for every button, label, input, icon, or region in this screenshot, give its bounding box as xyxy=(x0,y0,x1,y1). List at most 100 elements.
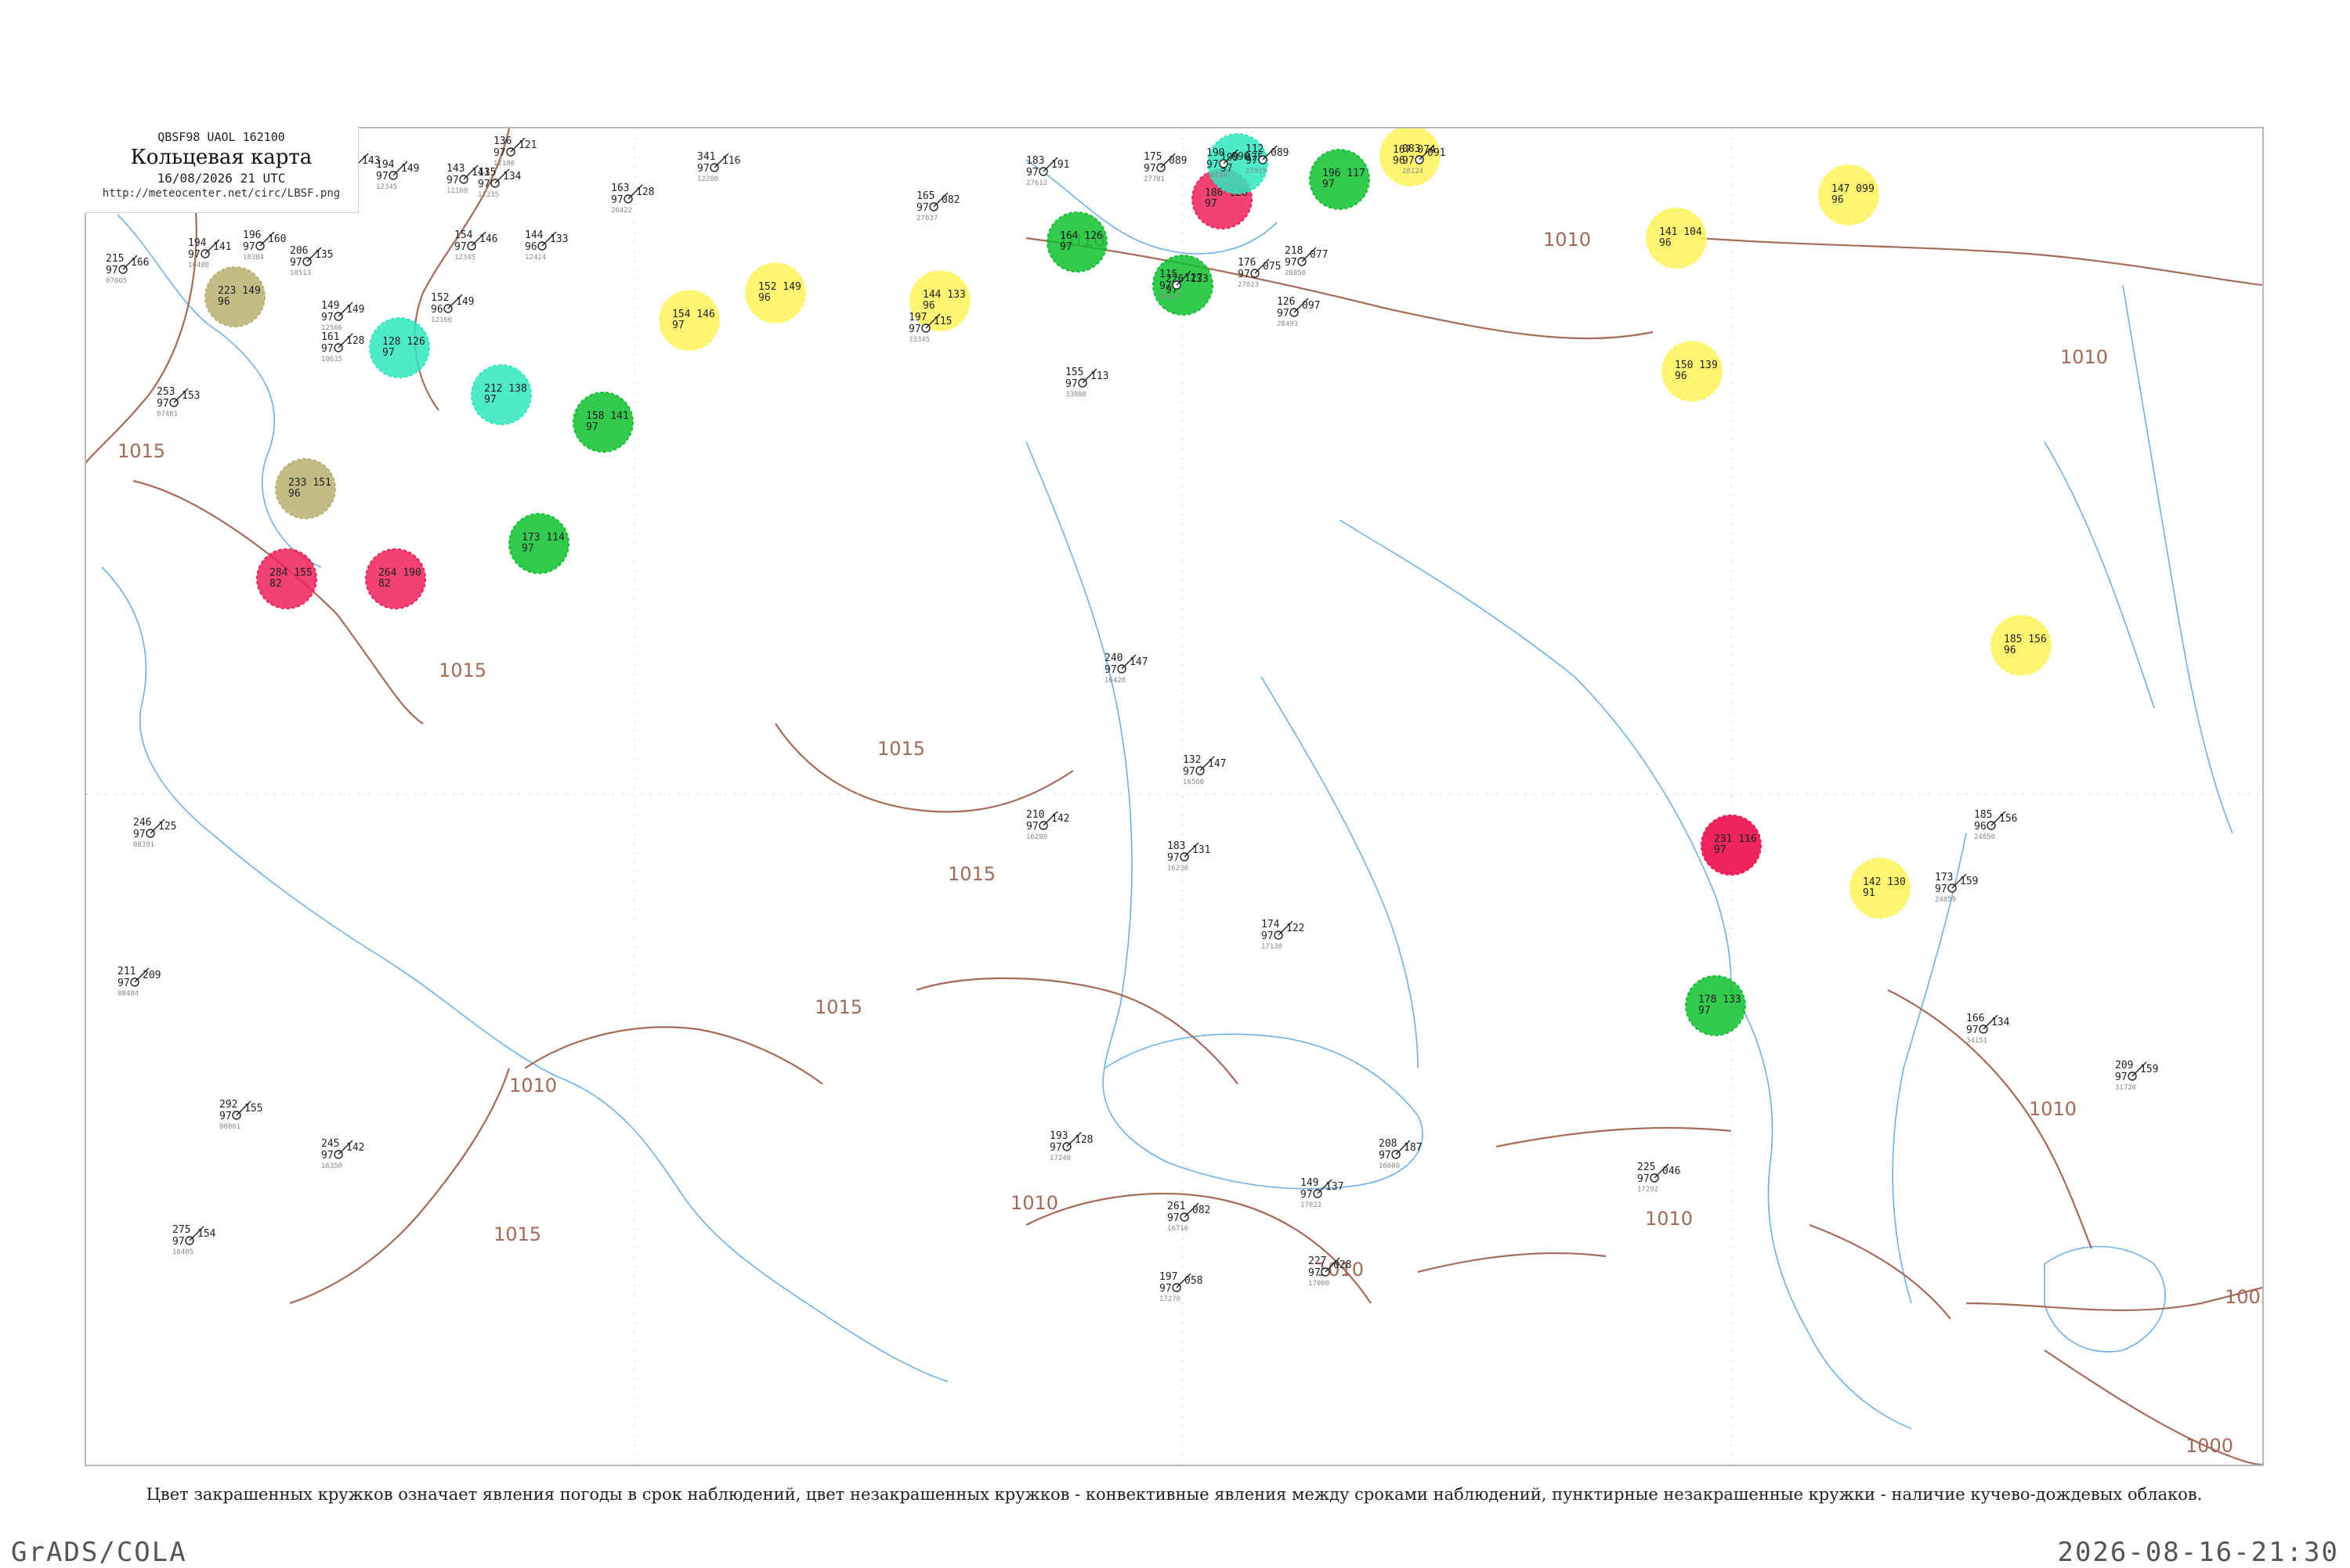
station-pressure: 089 xyxy=(1271,147,1289,159)
isobar-line xyxy=(1699,237,2262,287)
station-plot[interactable]: 165 082 9727037 xyxy=(916,190,960,222)
station-dewpoint: 96 xyxy=(1974,821,1987,833)
software-credit: GrADS/COLA xyxy=(11,1537,187,1568)
station-plot[interactable]: 197 058 9717270 xyxy=(1159,1271,1202,1303)
station-dewpoint: 97 xyxy=(1277,308,1289,320)
station-id: 17270 xyxy=(1159,1295,1180,1303)
marker-value: 97 xyxy=(1698,1005,1711,1017)
station-dewpoint: 97 xyxy=(1159,1283,1172,1295)
station-dewpoint: 97 xyxy=(1402,155,1415,167)
marker-value: 144 133 xyxy=(923,289,966,301)
marker-value: 96 xyxy=(758,292,771,304)
station-temperature: 132 xyxy=(1183,754,1201,766)
isobar-label: 1015 xyxy=(494,1223,541,1245)
render-timestamp: 2026-08-16-21:30 xyxy=(2057,1537,2339,1568)
station-pressure: 159 xyxy=(1960,876,1978,887)
station-id: 33345 xyxy=(909,336,930,344)
station-plot[interactable]: 154 146 9712345 xyxy=(454,229,497,262)
station-plot[interactable]: 245 142 9716350 xyxy=(321,1138,364,1170)
station-id: 10513 xyxy=(290,269,311,277)
station-plot[interactable]: 194 1499712345 xyxy=(376,159,419,191)
station-plot[interactable]: 144 133 9612424 xyxy=(525,229,568,262)
station-plot[interactable]: 292 155 9708001 xyxy=(219,1099,262,1131)
station-temperature: 246 xyxy=(133,817,151,829)
station-plot[interactable]: 261 082 9716716 xyxy=(1167,1201,1210,1233)
station-plot[interactable]: 225 046 9717292 xyxy=(1637,1162,1680,1194)
station-temperature: 215 xyxy=(106,253,124,265)
station-id: 12160 xyxy=(446,187,468,195)
weather-marker-shower: 152 14996 xyxy=(745,262,806,323)
station-plot[interactable]: 194 141 9710488 xyxy=(188,237,231,269)
marker-circle xyxy=(204,266,266,327)
station-temperature: 210 xyxy=(1026,809,1044,821)
station-plot[interactable]: 275 154 9716405 xyxy=(172,1224,216,1256)
station-plot[interactable]: 193 128 9717240 xyxy=(1050,1130,1093,1162)
station-plot[interactable]: 183 191 9727612 xyxy=(1026,155,1069,187)
station-plot[interactable]: 176 075 9727823 xyxy=(1238,257,1281,289)
station-id: 12424 xyxy=(525,254,546,262)
source-url[interactable]: http://meteocenter.net/circ/LBSF.png xyxy=(85,187,358,200)
station-id: 10384 xyxy=(243,254,264,262)
station-plot[interactable]: 136 121 9712100 xyxy=(494,135,537,168)
station-plot[interactable]: 206 135 9710513 xyxy=(290,245,333,277)
station-id: 12100 xyxy=(494,160,515,168)
station-dewpoint: 97 xyxy=(697,163,710,175)
station-plot[interactable]: 218 077 9726850 xyxy=(1285,245,1328,277)
marker-value: 97 xyxy=(1714,844,1726,856)
station-plot[interactable]: 166 134 9734151 xyxy=(1966,1013,2010,1045)
station-plot[interactable]: 209 159 9731720 xyxy=(2115,1060,2158,1092)
station-plot[interactable]: 341 116 9712200 xyxy=(697,151,740,183)
station-plot[interactable]: 175 089 9727701 xyxy=(1144,151,1187,183)
station-plot[interactable]: 149 137 9717022 xyxy=(1300,1177,1343,1209)
marker-value: 152 149 xyxy=(758,281,801,293)
marker-value: 96 xyxy=(1831,194,1844,206)
marker-value: 97 xyxy=(672,320,685,331)
station-dewpoint: 97 xyxy=(106,265,118,276)
station-plot[interactable]: 210 142 9716289 xyxy=(1026,809,1069,841)
station-id: 07005 xyxy=(106,277,127,285)
station-temperature: 161 xyxy=(321,331,339,343)
station-dewpoint: 97 xyxy=(133,829,146,840)
isobar-line xyxy=(1025,237,1654,340)
station-plot[interactable]: 174 122 9717130 xyxy=(1261,919,1304,951)
station-plot[interactable]: 163 128 9726422 xyxy=(611,182,654,215)
marker-value: 97 xyxy=(1322,179,1335,190)
station-plot[interactable]: 240 147 9716420 xyxy=(1104,652,1148,685)
marker-value: 185 156 xyxy=(2004,634,2047,645)
station-id: 10615 xyxy=(321,356,342,363)
station-plot[interactable]: 135 134 9712235 xyxy=(478,167,522,199)
station-id: 27701 xyxy=(1144,175,1165,183)
station-id: 17292 xyxy=(1637,1186,1658,1194)
station-plot[interactable]: 185 156 9624850 xyxy=(1974,809,2017,841)
station-plot[interactable]: 253 153 9707481 xyxy=(157,386,200,418)
marker-circle xyxy=(471,364,532,425)
weather-marker-rain: 196 11797 xyxy=(1309,149,1370,210)
station-plot[interactable]: 155 113 9733088 xyxy=(1065,367,1108,399)
station-pressure: 149 xyxy=(456,296,474,308)
station-pressure: 133 xyxy=(550,233,568,245)
station-plot[interactable]: 246 125 9708391 xyxy=(133,817,176,849)
station-plot[interactable]: 211 209 9708484 xyxy=(118,966,161,998)
station-plot[interactable]: 152 149 9612360 xyxy=(431,292,474,324)
marker-circle xyxy=(365,548,426,609)
weather-marker-rain: 164 12697 xyxy=(1047,211,1108,273)
station-temperature: 275 xyxy=(172,1224,190,1236)
station-plot[interactable]: 208 187 9716600 xyxy=(1379,1138,1422,1170)
station-plot[interactable]: 132 147 9716560 xyxy=(1183,754,1226,786)
station-plot[interactable]: 126 097 9728493 xyxy=(1277,296,1320,328)
station-id: 08484 xyxy=(118,990,139,998)
station-plot[interactable]: 161 128 9710615 xyxy=(321,331,364,363)
marker-circle xyxy=(1818,164,1879,226)
station-plot[interactable]: 183 131 9716230 xyxy=(1167,840,1210,873)
station-dewpoint: 97 xyxy=(1637,1173,1650,1185)
station-plot[interactable]: 215 166 9707005 xyxy=(106,253,149,285)
station-id: 17060 xyxy=(1308,1280,1329,1288)
station-id: 17130 xyxy=(1261,943,1282,951)
station-dewpoint: 97 xyxy=(1183,766,1195,778)
coastline-adriatic xyxy=(681,1193,949,1382)
station-plot[interactable]: 196 160 9710384 xyxy=(243,229,286,262)
weather-marker-shower: 154 14697 xyxy=(659,290,720,351)
station-dewpoint: 97 xyxy=(1935,883,1947,895)
station-pressure: 097 xyxy=(1302,300,1320,312)
station-plot[interactable]: 149 1499712566 xyxy=(321,300,364,332)
